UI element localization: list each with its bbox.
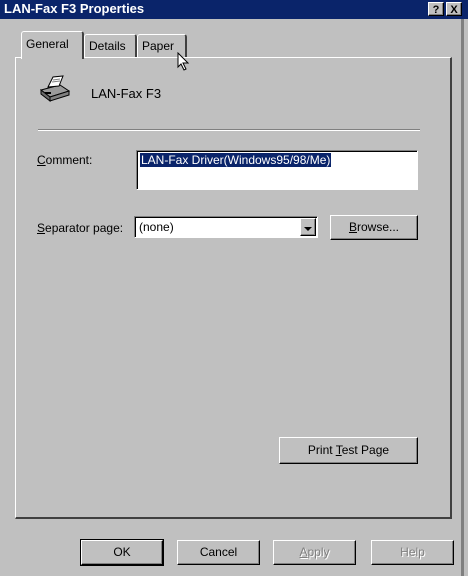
- separator-page-value: (none): [139, 220, 174, 234]
- browse-accel: B: [348, 220, 357, 234]
- tab-details[interactable]: Details: [84, 34, 137, 58]
- print-test-pre: Print: [307, 443, 336, 457]
- browse-button[interactable]: Browse...: [330, 215, 418, 240]
- comment-label: Comment:: [37, 153, 92, 167]
- tab-general-label: General: [26, 37, 69, 51]
- separator-page-label: Separator page:: [37, 221, 123, 235]
- apply-rest: pply: [307, 545, 330, 559]
- comment-value: LAN-Fax Driver(Windows95/98/Me): [140, 153, 332, 167]
- help-button[interactable]: Help: [371, 540, 454, 565]
- comment-label-rest: omment:: [45, 153, 93, 167]
- comment-field[interactable]: LAN-Fax Driver(Windows95/98/Me): [136, 150, 418, 190]
- tab-general[interactable]: General: [21, 31, 84, 59]
- tab-details-label: Details: [89, 39, 126, 53]
- printer-icon: [38, 74, 72, 107]
- print-test-page-button[interactable]: Print Test Page: [279, 437, 418, 464]
- ok-button[interactable]: OK: [80, 539, 164, 566]
- print-test-rest: est Page: [341, 443, 390, 457]
- browse-rest: rowse...: [357, 220, 400, 234]
- close-icon[interactable]: X: [446, 2, 462, 16]
- separator-page-select[interactable]: (none): [134, 216, 318, 238]
- comment-label-accel: C: [37, 153, 46, 167]
- separator-label-rest: eparator page:: [45, 221, 124, 235]
- tab-paper-label: Paper: [142, 39, 175, 53]
- window-title: LAN-Fax F3 Properties: [4, 1, 145, 16]
- separator-label-accel: S: [37, 221, 46, 235]
- chevron-down-icon: [304, 227, 312, 231]
- help-icon[interactable]: ?: [428, 2, 444, 16]
- printer-name: LAN-Fax F3: [91, 86, 162, 101]
- apply-button[interactable]: Apply: [273, 540, 356, 565]
- separator-line: [38, 129, 420, 131]
- apply-accel: A: [299, 545, 308, 559]
- dropdown-arrow-button[interactable]: [300, 218, 316, 236]
- title-bar[interactable]: LAN-Fax F3 Properties ? X: [0, 0, 468, 19]
- cancel-button[interactable]: Cancel: [177, 540, 260, 565]
- mouse-cursor-icon: [177, 51, 190, 75]
